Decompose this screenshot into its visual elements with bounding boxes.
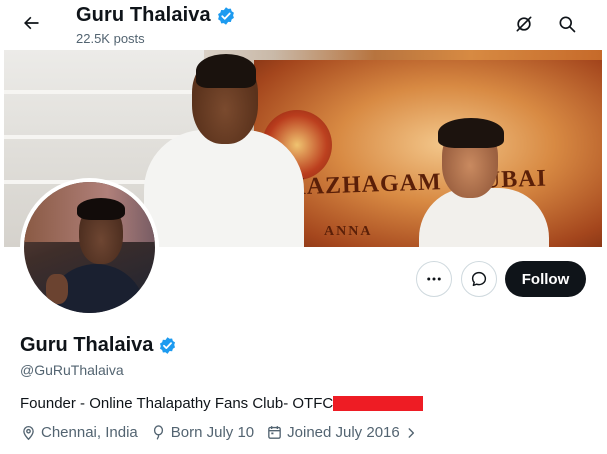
more-horizontal-icon	[427, 277, 441, 281]
grok-button[interactable]	[510, 10, 538, 38]
redaction-bar	[333, 396, 424, 411]
banner-stripe	[4, 90, 204, 94]
search-button[interactable]	[553, 10, 581, 38]
header-title: Guru Thalaiva	[76, 4, 236, 27]
profile-meta: Chennai, India Born July 10 Joined July …	[20, 424, 418, 441]
search-icon	[559, 16, 576, 33]
joined-text: Joined July 2016	[287, 424, 400, 441]
message-bubble-icon	[471, 271, 487, 287]
arrow-left-icon	[24, 16, 39, 30]
header-name: Guru Thalaiva	[76, 4, 211, 26]
verified-badge-icon[interactable]	[158, 336, 177, 355]
handle: @GuRuThalaiva	[20, 362, 124, 378]
follow-button[interactable]: Follow	[505, 261, 586, 297]
birthday-text: Born July 10	[170, 424, 255, 441]
profile-header: Guru Thalaiva 22.5K posts	[0, 0, 607, 50]
banner-person-right-hair	[438, 118, 504, 148]
verified-badge-icon	[217, 6, 234, 25]
banner-person-left-hair	[196, 54, 256, 88]
location-text: Chennai, India	[41, 424, 138, 441]
message-button[interactable]	[461, 261, 497, 297]
balloon-icon	[153, 425, 163, 440]
display-name: Guru Thalaiva	[20, 334, 154, 356]
profile-name-row: Guru Thalaiva	[20, 334, 177, 357]
location-pin-icon	[23, 425, 34, 441]
chevron-right-icon[interactable]	[404, 426, 418, 440]
more-button[interactable]	[416, 261, 452, 297]
avatar-hair	[77, 198, 125, 220]
bio: Founder - Online Thalapathy Fans Club- O…	[20, 395, 424, 412]
joined-date[interactable]: Joined July 2016	[266, 424, 400, 441]
avatar-hand	[46, 274, 68, 304]
avatar[interactable]	[20, 178, 159, 317]
banner-subtext: ANNA	[324, 224, 373, 239]
banner-person-left	[144, 130, 304, 247]
posts-count: 22.5K posts	[76, 31, 145, 46]
bio-text: Founder - Online Thalapathy Fans Club- O…	[20, 395, 334, 412]
birthday: Born July 10	[150, 424, 254, 441]
back-button[interactable]	[16, 8, 46, 38]
grok-slash-icon	[516, 16, 532, 32]
location: Chennai, India	[20, 424, 138, 441]
calendar-icon	[268, 426, 281, 439]
